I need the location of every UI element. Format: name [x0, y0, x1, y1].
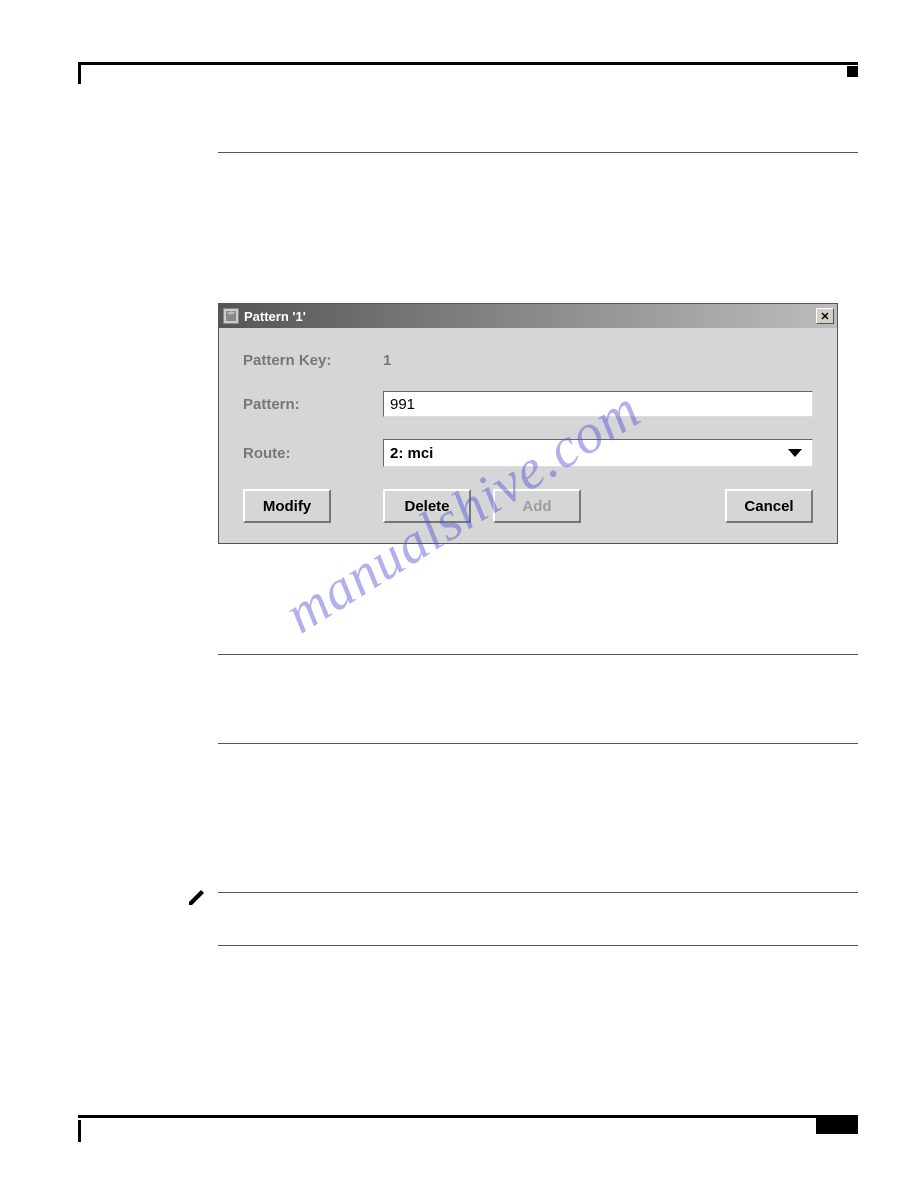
- modify-button[interactable]: Modify: [243, 489, 331, 523]
- pencil-icon: [186, 886, 208, 913]
- route-select[interactable]: 2: mci: [383, 439, 813, 467]
- chevron-down-icon: [788, 449, 802, 457]
- dialog-body: Pattern Key: 1 Pattern: Route: 2: mci Mo…: [219, 328, 837, 543]
- page-bottom-left-marker: [78, 1120, 81, 1142]
- dialog-title: Pattern '1': [244, 309, 816, 324]
- route-selected-value: 2: mci: [390, 445, 433, 462]
- add-button: Add: [493, 489, 581, 523]
- cancel-button[interactable]: Cancel: [725, 489, 813, 523]
- section-rule-3: [218, 743, 858, 744]
- dialog-titlebar: Pattern '1' ✕: [219, 304, 837, 328]
- section-rule-1: [218, 152, 858, 153]
- page-top-left-marker: [78, 62, 81, 84]
- delete-button[interactable]: Delete: [383, 489, 471, 523]
- pattern-dialog: Pattern '1' ✕ Pattern Key: 1 Pattern: Ro…: [218, 303, 838, 544]
- pattern-key-label: Pattern Key:: [243, 352, 383, 369]
- pattern-key-value: 1: [383, 352, 391, 369]
- app-icon: [223, 308, 239, 324]
- section-rule-2: [218, 654, 858, 655]
- pattern-input[interactable]: [383, 391, 813, 417]
- dialog-button-row: Modify Delete Add Cancel: [243, 489, 813, 523]
- pattern-label: Pattern:: [243, 396, 383, 413]
- close-button[interactable]: ✕: [816, 308, 834, 324]
- close-icon: ✕: [820, 310, 829, 323]
- note-rule-bottom: [218, 945, 858, 946]
- note-rule-top: [218, 892, 858, 893]
- page-number-block: [816, 1116, 858, 1134]
- route-label: Route:: [243, 445, 383, 462]
- page-bottom-rule: [78, 1115, 858, 1118]
- page-top-rule: [78, 62, 858, 65]
- page-top-right-marker: [847, 66, 858, 77]
